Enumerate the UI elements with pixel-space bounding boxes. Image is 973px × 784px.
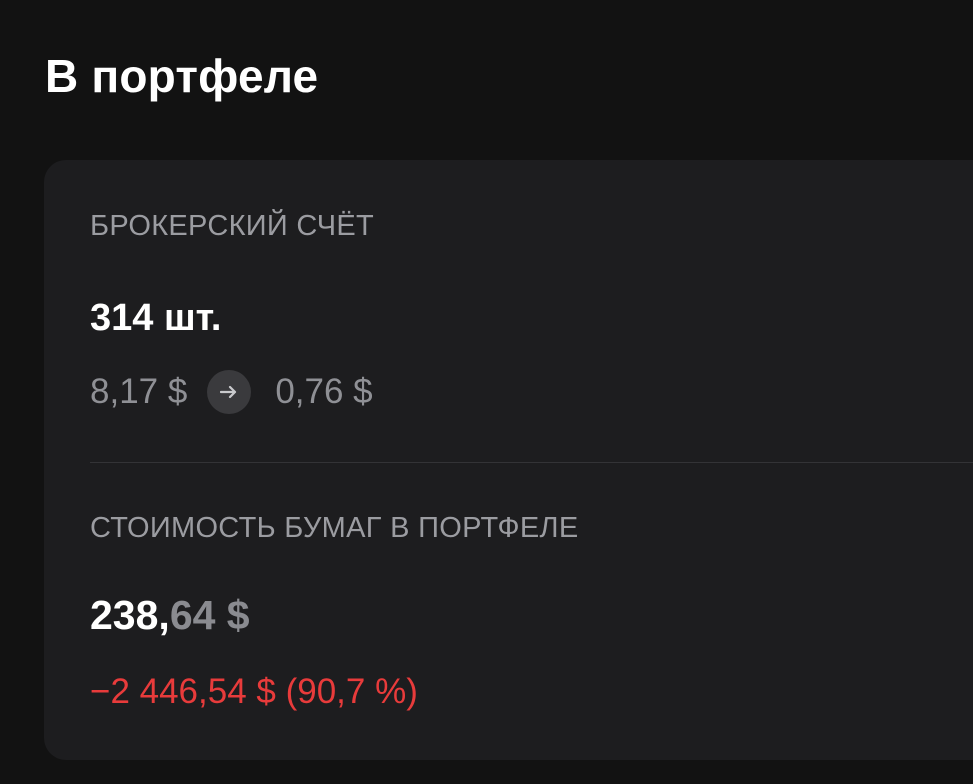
arrow-right-icon bbox=[207, 370, 252, 414]
portfolio-value-integer: 238, bbox=[90, 592, 170, 638]
brokerage-account-label: БРОКЕРСКИЙ СЧЁТ bbox=[90, 210, 375, 242]
portfolio-value-change: −2 446,54 $ (90,7 %) bbox=[90, 672, 418, 711]
current-price: 0,76 $ bbox=[275, 372, 373, 411]
portfolio-value-amount: 238,64 $ bbox=[90, 590, 250, 640]
price-change-row: 8,17 $ 0,76 $ bbox=[90, 368, 373, 416]
page-title: В портфеле bbox=[45, 50, 319, 102]
portfolio-value-label: СТОИМОСТЬ БУМАГ В ПОРТФЕЛЕ bbox=[90, 512, 579, 544]
section-divider bbox=[90, 462, 973, 463]
portfolio-value-fraction: 64 $ bbox=[169, 592, 250, 638]
portfolio-card[interactable]: БРОКЕРСКИЙ СЧЁТ 314 шт. 8,17 $ 0,76 $ СТ… bbox=[44, 160, 973, 760]
portfolio-screen: В портфеле БРОКЕРСКИЙ СЧЁТ 314 шт. 8,17 … bbox=[0, 0, 973, 784]
average-price: 8,17 $ bbox=[90, 372, 188, 411]
position-quantity: 314 шт. bbox=[90, 297, 222, 339]
